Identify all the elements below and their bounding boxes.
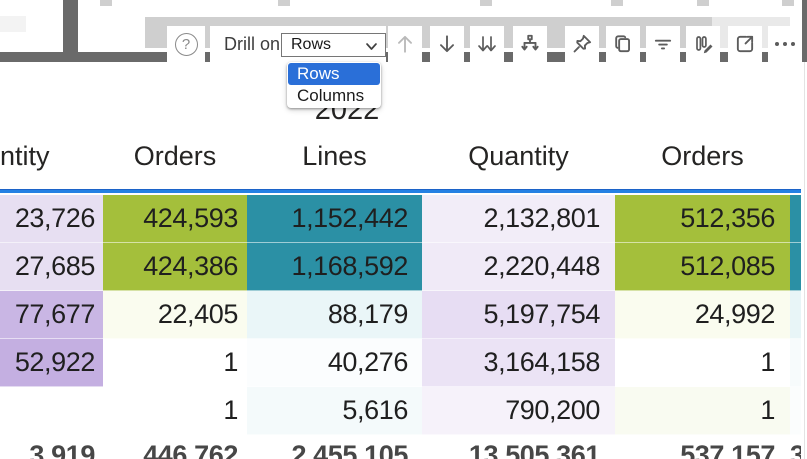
column-header[interactable]: Lines [247,139,422,173]
matrix-row: 23,726424,5931,152,4422,132,801512,356 [0,195,801,243]
drill-on-label: Drill on [224,26,280,62]
matrix-cell[interactable]: 424,386 [103,243,247,291]
matrix-cell[interactable]: 2,132,801 [422,195,615,243]
matrix-total-cell[interactable]: 446,762 [103,437,247,459]
matrix-row: 77,67722,40588,1795,197,75424,992 [0,291,801,339]
drill-down-icon [436,33,458,55]
matrix-row: 52,922140,2763,164,1581 [0,339,801,387]
matrix-cell[interactable] [790,195,801,243]
menu-item-rows[interactable]: Rows [288,63,380,85]
matrix-cell[interactable]: 40,276 [247,339,422,387]
powerbi-report-screen: ? Drill on Rows [0,0,807,459]
help-button[interactable]: ? [167,26,205,62]
matrix-total-cell[interactable]: 3 [790,437,801,459]
matrix-cell[interactable] [0,387,103,435]
pin-visual-button[interactable] [565,26,599,62]
drill-next-level-button[interactable] [470,26,504,62]
copy-icon [612,33,634,55]
drill-on-select[interactable]: Rows [281,33,386,57]
pin-icon [571,33,593,55]
drill-on-panel: Drill on Rows [210,26,386,62]
matrix-cell[interactable]: 1 [615,387,790,435]
matrix-total-cell[interactable]: 13,505,361 [422,437,615,459]
drill-next-level-icon [475,33,499,55]
focus-mode-icon [734,33,756,55]
matrix-body: 23,726424,5931,152,4422,132,801512,35627… [0,195,801,435]
matrix-cell[interactable]: 1 [103,387,247,435]
matrix-total-cell[interactable]: 3,919 [0,437,103,459]
page-underlay-tick [697,0,709,6]
drill-on-dropdown-menu: Rows Columns [287,62,381,108]
page-underlay-tick [611,0,623,6]
column-header[interactable] [790,139,801,173]
matrix-cell[interactable]: 23,726 [0,195,103,243]
menu-item-columns[interactable]: Columns [288,85,380,107]
matrix-cell[interactable]: 3,164,158 [422,339,615,387]
scrollbar-thumb[interactable] [802,0,807,62]
copy-visual-button[interactable] [606,26,640,62]
matrix-cell[interactable] [790,243,801,291]
matrix-cell[interactable]: 512,085 [615,243,790,291]
matrix-cell[interactable] [790,291,801,339]
matrix-cell[interactable]: 5,197,754 [422,291,615,339]
matrix-total-cell[interactable]: 2,455,105 [247,437,422,459]
column-header[interactable]: Orders [615,139,790,173]
matrix-cell[interactable]: 424,593 [103,195,247,243]
column-header[interactable]: Quantity [422,139,615,173]
matrix-cell[interactable]: 77,677 [0,291,103,339]
help-icon: ? [175,33,198,56]
column-header[interactable]: Orders [103,139,247,173]
page-underlay-tick [480,0,492,6]
matrix-column-header-row: ntityOrdersLinesQuantityOrders [0,139,801,173]
personalize-visual-button[interactable] [686,26,720,62]
matrix-totals-row: 3,919446,7622,455,10513,505,361537,1573 [0,437,801,459]
matrix-cell[interactable] [790,387,801,435]
matrix-total-cell[interactable]: 537,157 [615,437,790,459]
page-underlay-block [0,16,26,32]
matrix-cell[interactable]: 1,152,442 [247,195,422,243]
matrix-cell[interactable]: 1 [615,339,790,387]
page-underlay-tick [782,0,794,6]
matrix-cell[interactable]: 24,992 [615,291,790,339]
drill-up-button[interactable] [388,26,422,62]
more-options-icon [775,42,779,46]
matrix-row: 27,685424,3861,168,5922,220,448512,085 [0,243,801,291]
column-header[interactable]: ntity [0,139,103,173]
matrix-cell[interactable]: 27,685 [0,243,103,291]
drill-up-icon [394,33,416,55]
chevron-down-icon [365,40,378,53]
scrollbar-track[interactable] [804,62,805,459]
matrix-cell[interactable]: 5,616 [247,387,422,435]
matrix-cell[interactable]: 512,356 [615,195,790,243]
drill-on-select-value: Rows [291,36,331,54]
drill-down-button[interactable] [430,26,464,62]
matrix-cell[interactable]: 52,922 [0,339,103,387]
filters-button[interactable] [646,26,680,62]
focus-mode-button[interactable] [728,26,762,62]
matrix-row: 15,616790,2001 [0,387,801,435]
matrix-cell[interactable] [790,339,801,387]
matrix-cell[interactable]: 2,220,448 [422,243,615,291]
personalize-icon [691,33,715,55]
matrix-cell[interactable]: 88,179 [247,291,422,339]
page-underlay-tick [278,0,290,6]
matrix-header-separator [0,189,801,193]
expand-all-button[interactable] [513,26,547,62]
expand-all-icon [519,33,541,55]
more-options-button[interactable] [768,26,802,62]
matrix-cell[interactable]: 1 [103,339,247,387]
page-underlay-tick [100,0,112,6]
matrix-cell[interactable]: 22,405 [103,291,247,339]
matrix-cell[interactable]: 1,168,592 [247,243,422,291]
matrix-cell[interactable]: 790,200 [422,387,615,435]
filter-icon [652,33,674,55]
